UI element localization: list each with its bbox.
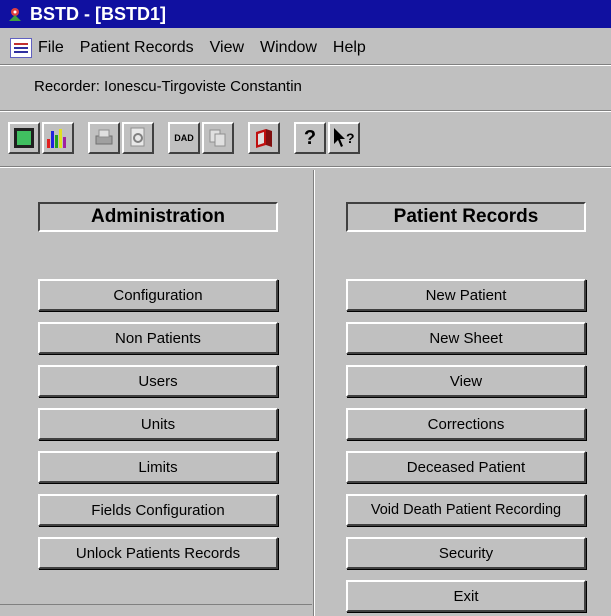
help-icon[interactable]: ? xyxy=(294,122,326,154)
limits-button[interactable]: Limits xyxy=(38,451,278,483)
print-preview-icon[interactable] xyxy=(122,122,154,154)
menu-bar: File Patient Records View Window Help xyxy=(0,34,611,62)
menu-help[interactable]: Help xyxy=(333,39,366,57)
menu-patient-records[interactable]: Patient Records xyxy=(80,39,194,57)
book-icon[interactable] xyxy=(248,122,280,154)
print-icon[interactable] xyxy=(88,122,120,154)
status-divider xyxy=(0,110,611,112)
menu-window[interactable]: Window xyxy=(260,39,317,57)
fields-configuration-button[interactable]: Fields Configuration xyxy=(38,494,278,526)
toolbar-divider xyxy=(0,166,611,168)
unlock-patients-records-button[interactable]: Unlock Patients Records xyxy=(38,537,278,569)
form-icon[interactable] xyxy=(8,122,40,154)
void-death-patient-recording-button[interactable]: Void Death Patient Recording xyxy=(346,494,586,526)
menu-divider xyxy=(0,64,611,66)
title-bar: BSTD - [BSTD1] xyxy=(0,0,611,28)
toolbar: DAD ? ? xyxy=(8,118,362,158)
bottom-divider xyxy=(0,604,312,605)
exit-button[interactable]: Exit xyxy=(346,580,586,612)
menu-view[interactable]: View xyxy=(210,39,244,57)
configuration-button[interactable]: Configuration xyxy=(38,279,278,311)
security-button[interactable]: Security xyxy=(346,537,586,569)
view-button[interactable]: View xyxy=(346,365,586,397)
svg-text:?: ? xyxy=(346,130,355,146)
window-title: BSTD - [BSTD1] xyxy=(30,3,166,24)
deceased-patient-button[interactable]: Deceased Patient xyxy=(346,451,586,483)
new-sheet-button[interactable]: New Sheet xyxy=(346,322,586,354)
administration-header: Administration xyxy=(38,202,278,232)
units-button[interactable]: Units xyxy=(38,408,278,440)
bar-chart-icon[interactable] xyxy=(42,122,74,154)
dad-icon[interactable]: DAD xyxy=(168,122,200,154)
users-button[interactable]: Users xyxy=(38,365,278,397)
new-patient-button[interactable]: New Patient xyxy=(346,279,586,311)
context-help-icon[interactable]: ? xyxy=(328,122,360,154)
non-patients-button[interactable]: Non Patients xyxy=(38,322,278,354)
recorder-label: Recorder: Ionescu-Tirgoviste Constantin xyxy=(34,78,302,95)
app-icon xyxy=(6,5,24,23)
copy-icon[interactable] xyxy=(202,122,234,154)
document-icon[interactable] xyxy=(10,38,32,58)
menu-file[interactable]: File xyxy=(38,39,64,57)
patient-records-header: Patient Records xyxy=(346,202,586,232)
panel-separator xyxy=(313,170,315,616)
corrections-button[interactable]: Corrections xyxy=(346,408,586,440)
